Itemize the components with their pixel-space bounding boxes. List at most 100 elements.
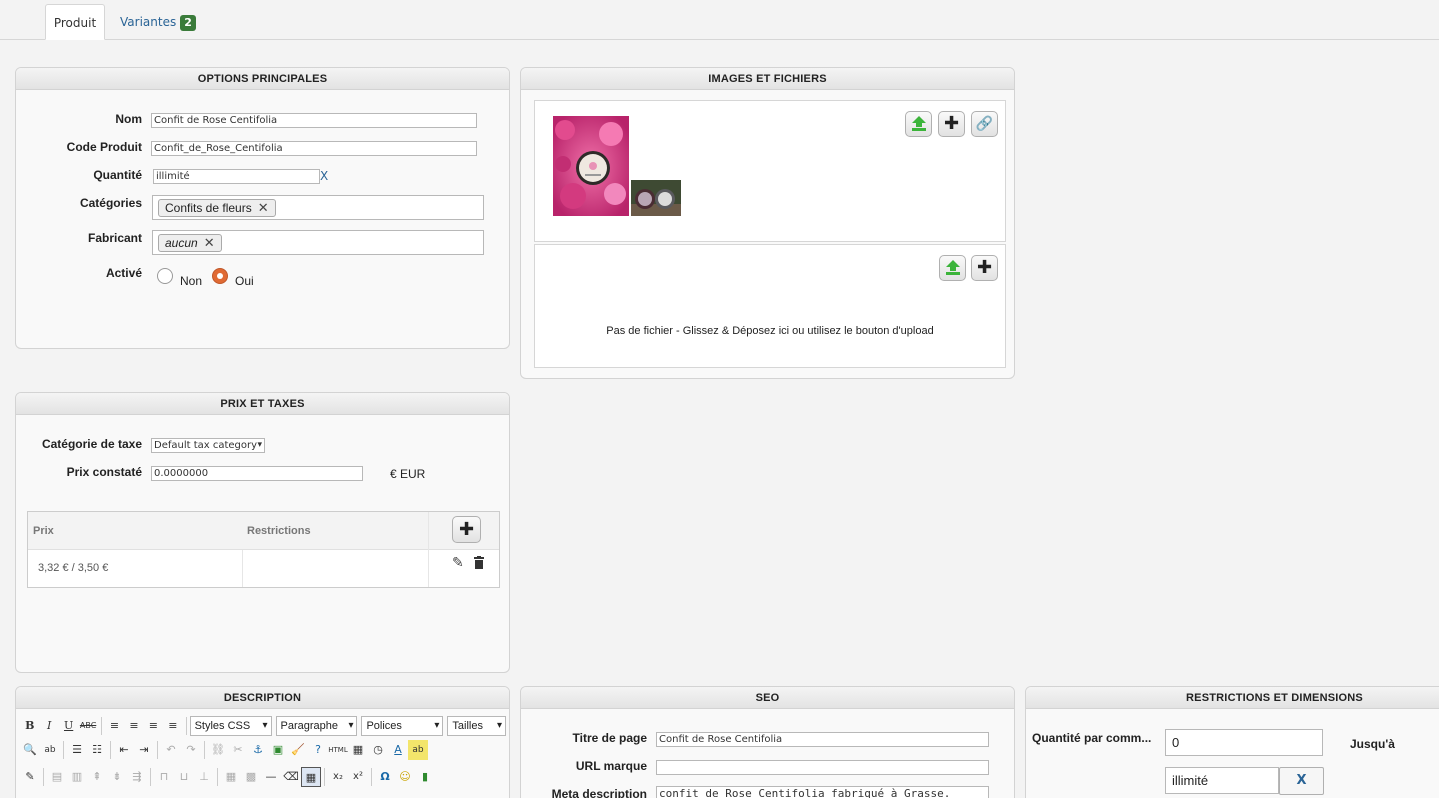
remove-tag-icon[interactable]: ✕ [258,200,269,215]
remove-tag-icon[interactable]: ✕ [204,235,215,250]
styles-css-select[interactable]: Styles CSS [189,716,272,736]
variants-count-badge: 2 [180,15,196,31]
superscript-icon[interactable]: x² [348,767,368,787]
align-right-icon[interactable]: ≡ [144,716,163,736]
clear-max-quantity-button[interactable]: X [1279,767,1324,795]
add-price-button[interactable]: ✚ [452,516,481,543]
name-input[interactable]: Confit de Rose Centifolia [151,113,477,128]
editor-toolbar-row-3: ✎ ▤ ▥ ⇞ ⇟ ⇶ ⊓ ⊔ ⊥ ▦ ▩ — ⌫ ▦ x₂ x² Ω ☺ ▮ [20,765,509,789]
brand-url-input[interactable] [656,760,989,775]
categories-field[interactable]: Confits de fleurs ✕ [152,195,484,220]
link-icon[interactable]: ⛓ [208,740,228,760]
tax-category-label: Catégorie de taxe [41,437,142,451]
col-restrictions-header: Restrictions [247,525,311,537]
find-icon[interactable]: 🔍 [20,740,40,760]
tab-product[interactable]: Produit [45,4,105,40]
listed-price-label: Prix constaté [66,465,142,479]
manufacturer-field[interactable]: aucun ✕ [152,230,484,255]
align-left-icon[interactable]: ≡ [105,716,124,736]
edit-icon[interactable]: ✎ [20,767,40,787]
link-image-button[interactable]: 🔗 [971,111,998,137]
min-quantity-input[interactable]: 0 [1165,729,1323,756]
listed-price-input[interactable]: 0.0000000 [151,466,363,481]
subscript-icon[interactable]: x₂ [328,767,348,787]
pencil-icon[interactable]: ✎ [452,555,464,571]
tax-category-select[interactable]: Default tax category ▾ [151,438,265,453]
page-title-label: Titre de page [572,731,647,745]
strikethrough-icon[interactable]: ABC [78,716,97,736]
page-title-input[interactable]: Confit de Rose Centifolia [656,732,989,747]
meta-description-textarea[interactable]: confit de Rose Centifolia fabriqué à Gra… [656,786,989,798]
tab-variants[interactable]: Variantes 2 [108,4,208,40]
underline-icon[interactable]: U [59,716,78,736]
manufacturer-label: Fabricant [87,231,142,245]
plus-icon: ✚ [458,519,475,540]
italic-icon[interactable]: I [39,716,58,736]
table-row-props-icon[interactable]: ▤ [47,767,67,787]
qty-per-order-label: Quantité par comm... [1032,731,1152,745]
outdent-icon[interactable]: ⇤ [114,740,134,760]
delete-col-icon[interactable]: ⊥ [194,767,214,787]
code-input[interactable]: Confit_de_Rose_Centifolia [151,141,477,156]
special-char-icon[interactable]: Ω [375,767,395,787]
numbered-list-icon[interactable]: ☷ [87,740,107,760]
name-label: Nom [115,112,142,126]
category-tag: Confits de fleurs ✕ [158,199,276,217]
cleanup-icon[interactable]: 🧹 [288,740,308,760]
emoticon-icon[interactable]: ☺ [395,767,415,787]
quantity-input[interactable]: illimité [153,169,320,184]
row-after-icon[interactable]: ⇟ [107,767,127,787]
html-icon[interactable]: HTML [328,740,348,760]
tax-category-value: Default tax category [154,440,258,451]
bullet-list-icon[interactable]: ☰ [67,740,87,760]
image-icon[interactable]: ▣ [268,740,288,760]
media-icon[interactable]: ▮ [415,767,435,787]
remove-format-icon[interactable]: ⌫ [281,767,301,787]
align-justify-icon[interactable]: ≡ [163,716,182,736]
tab-variants-label: Variantes [120,15,177,29]
row-before-icon[interactable]: ⇞ [87,767,107,787]
merge-cells-icon[interactable]: ▩ [241,767,261,787]
split-cells-icon[interactable]: ▦ [221,767,241,787]
horizontal-rule-icon[interactable]: — [261,767,281,787]
bold-icon[interactable]: B [20,716,39,736]
delete-row-icon[interactable]: ⇶ [127,767,147,787]
quantity-clear-button[interactable]: X [320,169,328,183]
upload-file-button[interactable] [939,255,966,281]
undo-icon[interactable]: ↶ [161,740,181,760]
product-image-main[interactable] [553,116,629,216]
active-yes-radio[interactable] [212,268,228,284]
help-icon[interactable]: ? [308,740,328,760]
insert-date-icon[interactable]: ▦ [348,740,368,760]
add-image-button[interactable]: ✚ [938,111,965,137]
text-color-icon[interactable]: A [388,740,408,760]
tab-bar: Produit Variantes 2 [0,0,1439,40]
replace-icon[interactable]: ab [40,740,60,760]
no-file-message: Pas de fichier - Glissez & Déposez ici o… [606,325,934,337]
images-dropzone[interactable]: ✚ 🔗 [534,100,1006,242]
add-file-button[interactable]: ✚ [971,255,998,281]
fonts-select[interactable]: Polices [361,716,444,736]
col-before-icon[interactable]: ⊓ [154,767,174,787]
align-center-icon[interactable]: ≡ [124,716,143,736]
insert-time-icon[interactable]: ◷ [368,740,388,760]
indent-icon[interactable]: ⇥ [134,740,154,760]
max-quantity-input[interactable]: illimité [1165,767,1279,794]
upload-image-button[interactable] [905,111,932,137]
active-no-radio[interactable] [157,268,173,284]
product-image-thumb[interactable] [631,180,681,216]
unlink-icon[interactable]: ✂ [228,740,248,760]
col-after-icon[interactable]: ⊔ [174,767,194,787]
files-dropzone[interactable]: ✚ Pas de fichier - Glissez & Déposez ici… [534,244,1006,368]
currency-label: € EUR [390,467,426,481]
sizes-select[interactable]: Tailles [447,716,507,736]
active-yes-label: Oui [235,274,254,288]
table-icon[interactable]: ▦ [301,767,321,787]
anchor-icon[interactable]: ⚓ [248,740,268,760]
trash-icon[interactable] [474,556,484,569]
description-title: DESCRIPTION [16,687,509,709]
redo-icon[interactable]: ↷ [181,740,201,760]
paragraph-select[interactable]: Paragraphe [275,716,358,736]
table-cell-props-icon[interactable]: ▥ [67,767,87,787]
background-color-icon[interactable]: ab [408,740,428,760]
